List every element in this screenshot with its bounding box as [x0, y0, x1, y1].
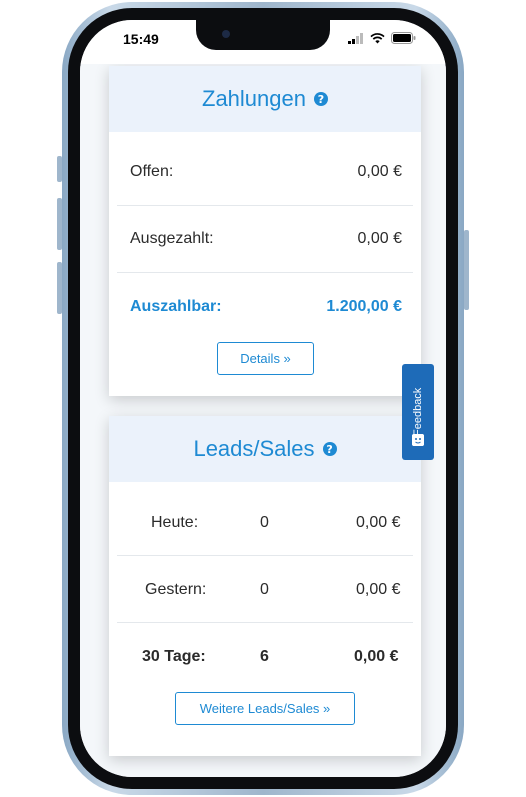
- payments-value: 0,00 €: [357, 230, 402, 247]
- leads-label: Heute:: [151, 514, 199, 531]
- leads-value: 0,00 €: [356, 581, 401, 598]
- volume-down-button: [57, 262, 62, 314]
- leads-value: 0,00 €: [354, 648, 399, 665]
- feedback-icon: [412, 434, 424, 446]
- payments-value: 0,00 €: [357, 163, 402, 180]
- page-content: Zahlungen ? Offen: 0,00 € Ausgezahlt: 0,…: [80, 64, 446, 777]
- payments-row-payable: Auszahlbar: 1.200,00 €: [117, 273, 413, 340]
- leads-label: Gestern:: [145, 581, 207, 598]
- question-icon[interactable]: ?: [322, 442, 337, 456]
- status-icons: [348, 32, 416, 44]
- payments-label: Ausgezahlt:: [130, 230, 214, 247]
- battery-icon: [391, 32, 416, 44]
- leads-value: 0,00 €: [356, 514, 401, 531]
- leads-count: 6: [260, 648, 269, 665]
- power-button: [464, 230, 469, 310]
- leads-count: 0: [260, 581, 269, 598]
- question-icon[interactable]: ?: [313, 92, 328, 106]
- leads-sales-title: Leads/Sales: [193, 436, 315, 461]
- signal-icon: [348, 32, 363, 44]
- payments-header: Zahlungen ?: [109, 66, 421, 132]
- phone-screen: 15:49 Zahlungen ? Offen: 0,00 € Ausgezah…: [80, 20, 446, 777]
- payments-row-open: Offen: 0,00 €: [117, 139, 413, 206]
- payments-row-paid: Ausgezahlt: 0,00 €: [117, 206, 413, 273]
- leads-count: 0: [260, 514, 269, 531]
- feedback-label: Feedback: [412, 387, 424, 437]
- more-leads-sales-button[interactable]: Weitere Leads/Sales »: [175, 692, 355, 725]
- details-button[interactable]: Details »: [217, 342, 314, 375]
- payments-label: Auszahlbar:: [130, 297, 222, 315]
- leads-label: 30 Tage:: [142, 648, 206, 665]
- payments-label: Offen:: [130, 163, 174, 180]
- payments-card: Zahlungen ? Offen: 0,00 € Ausgezahlt: 0,…: [109, 66, 421, 396]
- payments-title: Zahlungen: [202, 86, 306, 111]
- status-time: 15:49: [123, 31, 159, 47]
- volume-up-button: [57, 198, 62, 250]
- leads-sales-card: Leads/Sales ? Heute: 0 0,00 € Gestern: 0…: [109, 416, 421, 756]
- feedback-tab[interactable]: Feedback: [402, 364, 434, 460]
- mute-switch: [57, 156, 62, 182]
- notch: [196, 20, 330, 50]
- payments-value: 1.200,00 €: [326, 297, 402, 315]
- camera-icon: [222, 30, 230, 38]
- wifi-icon: [370, 32, 385, 43]
- leads-sales-header: Leads/Sales ?: [109, 416, 421, 482]
